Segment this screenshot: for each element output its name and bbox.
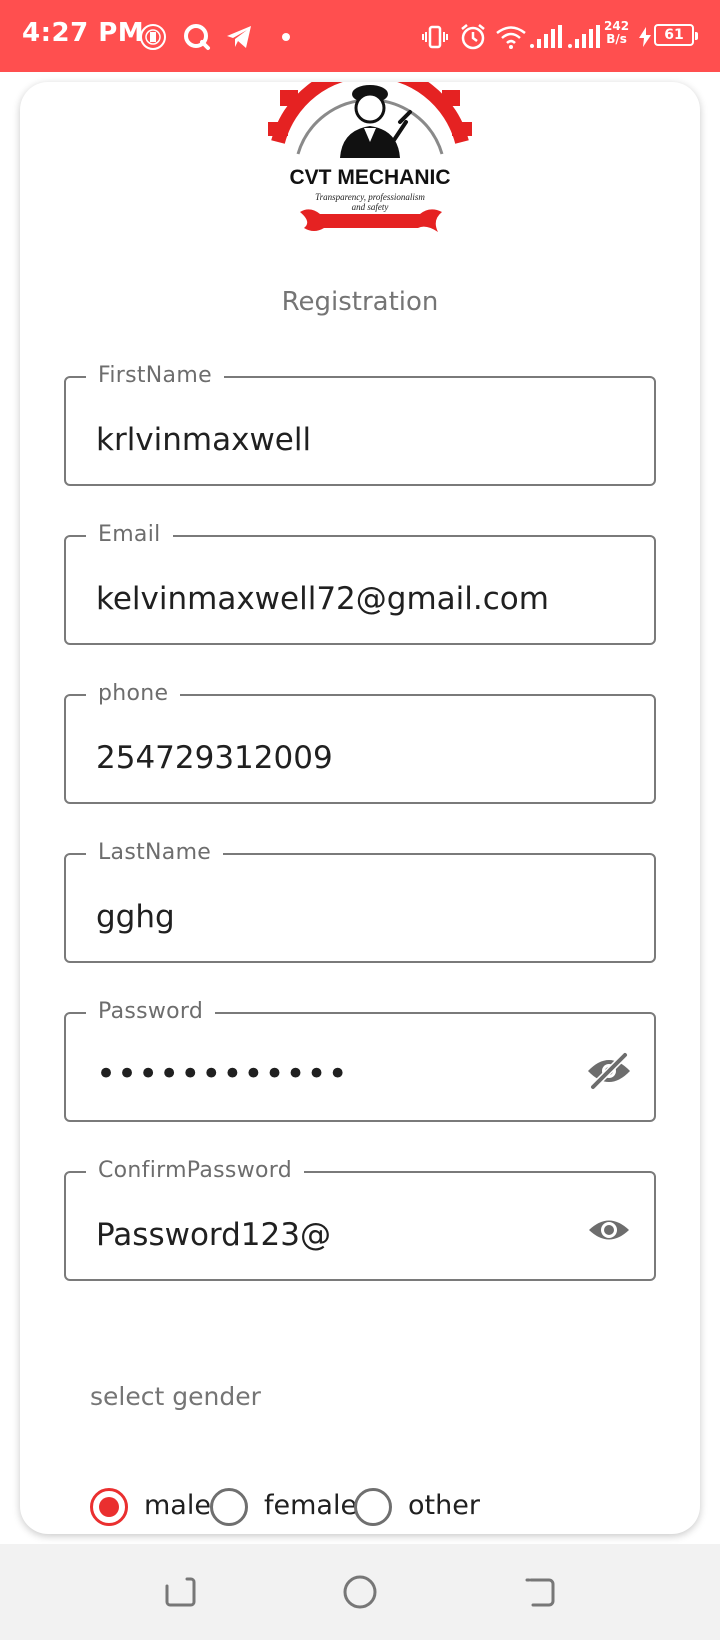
password-input[interactable]: ••••••••••••	[96, 1054, 349, 1094]
signal-strength-icon	[528, 22, 564, 52]
telegram-icon	[224, 22, 254, 52]
eye-icon[interactable]	[584, 1205, 634, 1255]
last-name-field[interactable]: LastName gghg	[64, 840, 656, 963]
confirm-password-field[interactable]: ConfirmPassword Password123@	[64, 1158, 656, 1281]
first-name-field[interactable]: FirstName krlvinmaxwell	[64, 363, 656, 486]
gender-label-male[interactable]: male	[144, 1490, 211, 1521]
registration-card: CVT MECHANIC Transparency, professionali…	[20, 82, 700, 1534]
eye-off-icon[interactable]	[584, 1046, 634, 1096]
wifi-icon	[494, 22, 528, 52]
email-label: Email	[86, 522, 173, 547]
confirm-password-input[interactable]: Password123@	[96, 1217, 331, 1253]
email-field[interactable]: Email kelvinmaxwell72@gmail.com	[64, 522, 656, 645]
phone-label: phone	[86, 681, 181, 706]
cvt-mechanic-logo: CVT MECHANIC Transparency, professionali…	[260, 82, 480, 242]
gender-label-other[interactable]: other	[408, 1490, 480, 1521]
email-input[interactable]: kelvinmaxwell72@gmail.com	[96, 581, 549, 617]
phone-input[interactable]: 254729312009	[96, 740, 333, 776]
navigation-bar	[0, 1544, 720, 1640]
home-icon[interactable]	[340, 1572, 380, 1612]
logo-title: CVT MECHANIC	[289, 166, 451, 189]
phone-field[interactable]: phone 254729312009	[64, 681, 656, 804]
first-name-label: FirstName	[86, 363, 224, 388]
last-name-label: LastName	[86, 840, 224, 865]
gender-radio-female[interactable]	[210, 1488, 248, 1526]
vibrate-icon	[420, 22, 450, 52]
gear-mechanic-logo-icon	[268, 82, 472, 232]
network-speed: 242 B/s	[604, 19, 630, 46]
password-label: Password	[86, 999, 216, 1024]
recent-apps-icon[interactable]	[160, 1572, 200, 1612]
signal-strength-sim2-icon	[566, 22, 602, 52]
last-name-input[interactable]: gghg	[96, 899, 175, 935]
alarm-icon	[458, 22, 488, 52]
gender-radio-other[interactable]	[354, 1488, 392, 1526]
confirm-password-label: ConfirmPassword	[86, 1158, 304, 1183]
page-title: Registration	[281, 287, 439, 317]
gender-label: select gender	[90, 1382, 261, 1411]
charging-icon	[638, 22, 652, 52]
first-name-input[interactable]: krlvinmaxwell	[96, 422, 311, 458]
status-time: 4:27 PM	[22, 18, 145, 48]
password-field[interactable]: Password ••••••••••••	[64, 999, 656, 1122]
club-crest-icon	[138, 22, 168, 52]
back-icon[interactable]	[520, 1572, 560, 1612]
notification-dot-icon	[278, 22, 294, 52]
gender-radio-male[interactable]	[90, 1488, 128, 1526]
chat-app-icon	[182, 22, 212, 52]
battery-level: 61	[654, 24, 698, 46]
status-bar: 4:27 PM 242 B/s 61	[0, 0, 720, 72]
gender-label-female[interactable]: female	[264, 1490, 357, 1521]
logo-tagline: Transparency, professionalism and safety	[315, 192, 425, 212]
